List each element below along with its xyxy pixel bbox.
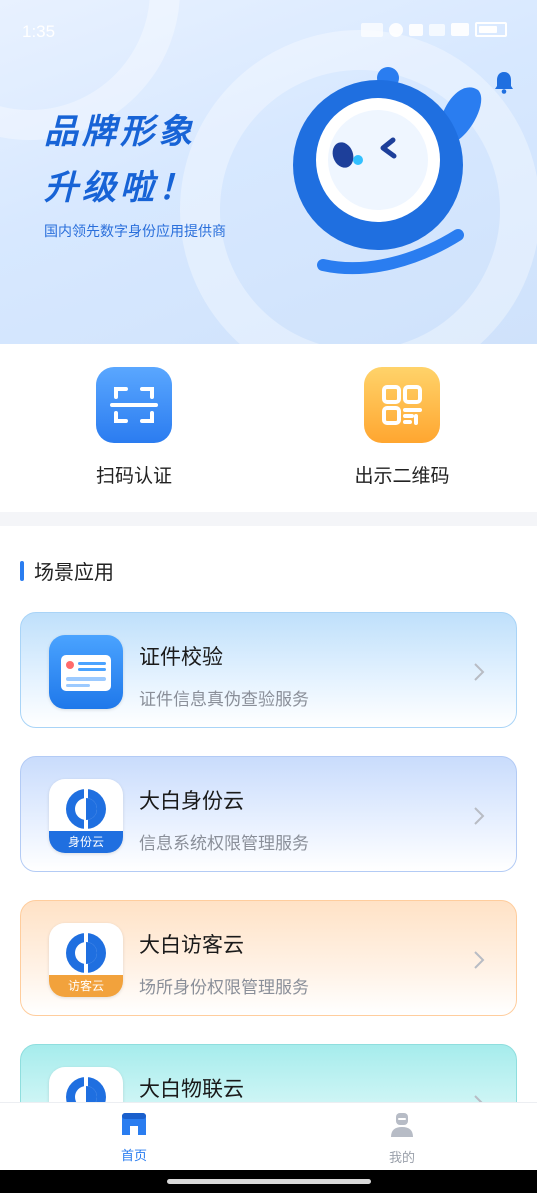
qr-code-icon [364,367,440,443]
battery-icon [475,22,507,37]
signal-icon [361,22,383,37]
status-bar: 1:35 [0,0,537,64]
card-identity-cloud[interactable]: 身份云 大白身份云 信息系统权限管理服务 [20,756,517,872]
card-description: 证件信息真伪查验服务 [139,690,309,710]
gesture-bar [0,1170,537,1193]
card-title: 大白身份云 [139,789,244,813]
nav-home-label: 首页 [120,1149,147,1164]
section-header: 场景应用 [20,556,114,585]
scene-applications: 场景应用 证件校验 证件信息真伪查验服务 身份云 大白身份云 信息系统权限管理服… [0,526,537,1160]
hd-icon [409,23,423,36]
visitor-cloud-icon: 访客云 [49,923,123,997]
card-id-verification[interactable]: 证件校验 证件信息真伪查验服务 [20,612,517,728]
mascot-illustration [293,67,482,275]
chevron-right-icon [474,663,485,681]
quick-actions: 扫码认证 出示二维码 [0,344,537,512]
hero-subtitle: 国内领先数字身份应用提供商 [44,224,226,240]
nav-profile[interactable]: 我的 [362,1111,442,1166]
chevron-right-icon [474,951,485,969]
section-accent-bar [20,560,24,581]
card-brand-tag: 身份云 [49,831,123,853]
cellular-icon [451,23,469,36]
bottom-nav: 首页 我的 [0,1102,537,1170]
home-indicator[interactable] [167,1179,371,1184]
alarm-icon [389,22,403,37]
nav-profile-label: 我的 [388,1151,415,1166]
section-title: 场景应用 [34,560,114,584]
card-visitor-cloud[interactable]: 访客云 大白访客云 场所身份权限管理服务 [20,900,517,1016]
scan-icon [96,367,172,443]
scan-verify-button[interactable]: 扫码认证 [44,367,224,488]
card-title: 大白物联云 [139,1077,244,1101]
status-icons [361,22,507,37]
hero-title-line2: 升级啦！ [44,168,196,208]
hero-title-line1: 品牌形象 [44,112,196,152]
notification-bell-icon[interactable] [493,70,515,94]
wifi-icon [429,23,445,36]
status-time: 1:35 [22,22,56,41]
card-description: 信息系统权限管理服务 [139,834,309,854]
home-icon [122,1113,146,1135]
scan-verify-label: 扫码认证 [95,465,172,487]
show-qr-code-button[interactable]: 出示二维码 [312,367,492,488]
card-brand-tag: 访客云 [49,975,123,997]
hero-banner[interactable]: 1:35 品牌形象 升级啦！ 国内领先数字身份应用提供商 [0,0,537,344]
card-description: 场所身份权限管理服务 [139,978,309,998]
card-title: 大白访客云 [139,933,244,957]
profile-icon [391,1113,413,1137]
nav-home[interactable]: 首页 [94,1111,174,1164]
identity-cloud-icon: 身份云 [49,779,123,853]
card-title: 证件校验 [139,645,223,669]
show-qr-code-label: 出示二维码 [354,465,450,487]
chevron-right-icon [474,807,485,825]
id-card-icon [49,635,123,709]
